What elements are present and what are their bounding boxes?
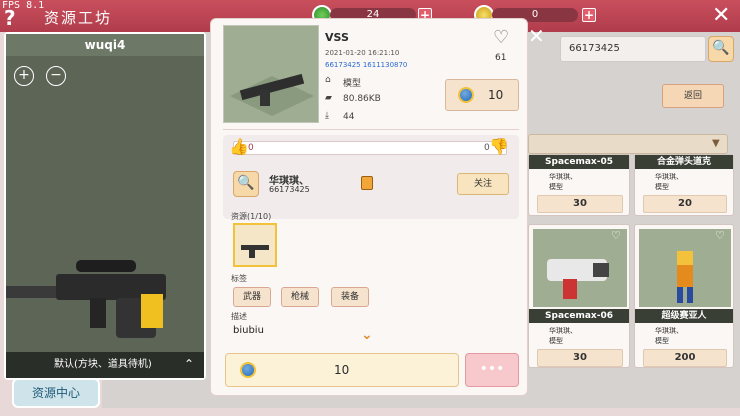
type-icon: ⌂ [325, 75, 331, 85]
resource-detail-modal: VSS 2021-01-20 16:21:10 66173425 1611130… [210, 18, 528, 396]
search-button[interactable]: 🔍 [708, 36, 734, 62]
card-type: 模型 [549, 337, 563, 345]
thumbs-down-icon[interactable]: 👎 [489, 137, 509, 156]
fps-counter: FPS 8.1 [2, 0, 45, 11]
card-price: 20 [643, 195, 727, 213]
card-type: 模型 [655, 337, 669, 345]
resource-ids[interactable]: 66173425 1611130870 [325, 61, 407, 69]
card-type: 模型 [655, 183, 669, 191]
chevron-down-icon[interactable]: ▼ [712, 138, 720, 149]
divider [223, 129, 519, 130]
add-currency2-button[interactable]: + [582, 8, 596, 22]
author-search-button[interactable]: 🔍 [233, 171, 259, 197]
chevron-up-icon[interactable]: ⌃ [184, 357, 194, 371]
card-title: Spacemax-05 [529, 155, 629, 169]
card-author: 华琪琪、 [655, 173, 683, 181]
resource-item-thumbnail[interactable] [233, 223, 277, 267]
download-icon: ⤓ [325, 111, 329, 121]
sort-dropdown[interactable] [528, 134, 728, 154]
tag-chip[interactable]: 武器 [233, 287, 272, 307]
follow-button[interactable]: 关注 [457, 173, 509, 195]
card-price: 30 [537, 349, 623, 367]
card-author: 华琪琪、 [549, 173, 577, 181]
chevron-down-icon[interactable]: ⌄ [361, 327, 373, 343]
return-label: 返回 [683, 91, 702, 101]
price-button[interactable]: 10 [445, 79, 519, 111]
resource-card[interactable]: ♡ Spacemax-06 华琪琪、 模型 30 [528, 224, 630, 368]
favorite-count: 61 [495, 53, 507, 63]
resource-size: 80.86KB [343, 94, 381, 104]
return-button[interactable]: 返回 [662, 84, 724, 108]
tag-chip[interactable]: 装备 [331, 287, 370, 307]
card-price: 200 [643, 349, 727, 367]
animation-selector[interactable]: 默认(方块、道具待机) [6, 352, 204, 378]
download-count: 44 [343, 112, 355, 122]
note-icon[interactable] [361, 176, 373, 190]
author-id: 66173425 [269, 185, 310, 194]
resource-name: VSS [325, 31, 349, 44]
resource-card[interactable]: 合金弹头道克 华琪琪、 模型 20 [634, 154, 734, 216]
search-input[interactable]: 66173425 [560, 36, 706, 62]
resource-card[interactable]: Spacemax-05 华琪琪、 模型 30 [528, 154, 630, 216]
resource-thumbnail [223, 25, 319, 123]
resource-center-button[interactable]: 资源中心 [12, 378, 100, 408]
heart-icon[interactable]: ♡ [493, 27, 509, 48]
coin-icon [458, 87, 474, 103]
card-title: 合金弹头道克 [635, 155, 733, 169]
description-text: biubiu [233, 325, 264, 336]
folder-icon: ▰ [325, 93, 332, 103]
price-value: 10 [488, 88, 504, 102]
coin-icon [240, 362, 256, 378]
heart-icon[interactable]: ♡ [715, 229, 725, 242]
card-price: 30 [537, 195, 623, 213]
model-preview-panel: wuqi4 + − 默认(方块、道具待机) ⌃ [4, 32, 206, 380]
close-modal-icon[interactable]: ✕ [528, 24, 545, 48]
card-type: 模型 [549, 183, 563, 191]
resources-label: 资源(1/10) [231, 212, 272, 221]
zoom-in-icon[interactable]: + [14, 66, 34, 86]
zoom-out-icon[interactable]: − [46, 66, 66, 86]
more-button[interactable]: ••• [465, 353, 519, 387]
model-name: wuqi4 [6, 34, 204, 56]
buy-price: 10 [334, 363, 350, 377]
heart-icon[interactable]: ♡ [611, 229, 621, 242]
app-title: 资源工坊 [44, 9, 113, 27]
like-bar: 0 0 [233, 141, 507, 155]
card-author: 华琪琪、 [655, 327, 683, 335]
upload-date: 2021-01-20 16:21:10 [325, 49, 400, 57]
card-title: Spacemax-06 [529, 309, 629, 323]
buy-button[interactable]: 10 [225, 353, 459, 387]
close-icon[interactable]: ✕ [712, 3, 730, 28]
tag-chip[interactable]: 枪械 [281, 287, 320, 307]
tags-label: 标签 [231, 274, 247, 283]
card-author: 华琪琪、 [549, 327, 577, 335]
resource-type: 模型 [343, 79, 362, 89]
description-label: 描述 [231, 312, 247, 321]
card-title: 超级赛亚人 [635, 309, 733, 323]
thumbs-up-icon[interactable]: 👍 [229, 137, 249, 156]
rifle-model-image [6, 260, 166, 338]
resource-card[interactable]: ♡ 超级赛亚人 华琪琪、 模型 200 [634, 224, 734, 368]
